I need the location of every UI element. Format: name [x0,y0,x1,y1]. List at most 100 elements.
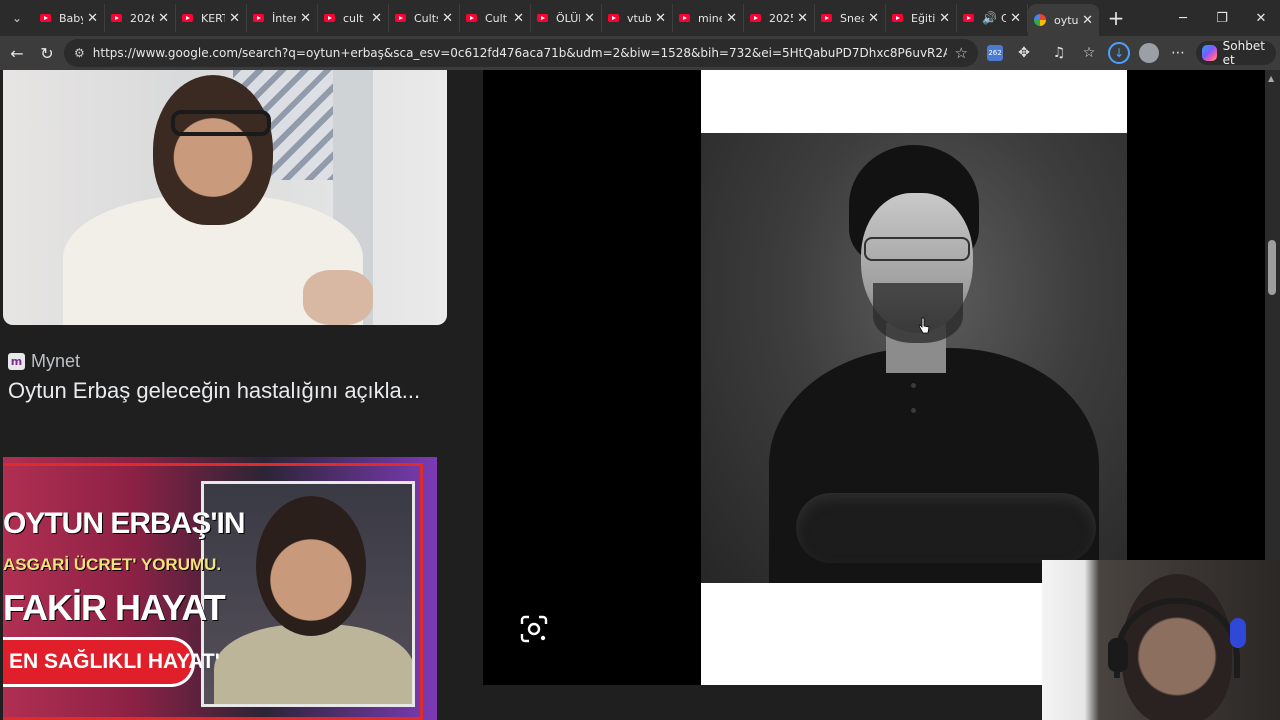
tab-title: Cults [414,11,438,25]
youtube-icon [253,14,264,22]
new-tab-button[interactable]: + [1099,0,1133,36]
close-icon[interactable]: ✕ [371,11,382,26]
tab-title: oytun [1054,13,1079,27]
copilot-icon [1202,45,1217,61]
tab[interactable]: ÖLÜN ✕ [531,4,602,32]
person-body [214,624,412,704]
scrollbar-thumb[interactable] [1268,240,1276,295]
star-icon[interactable]: ☆ [955,44,968,62]
tune-icon[interactable]: ⚙ [74,46,85,60]
tab[interactable]: 2026' ✕ [105,4,176,32]
person-glasses [171,110,271,136]
close-window-button[interactable]: ✕ [1242,0,1280,36]
close-icon[interactable]: ✕ [300,11,311,26]
close-icon[interactable]: ✕ [158,11,169,26]
download-icon[interactable]: ↓ [1108,42,1130,64]
close-icon[interactable]: ✕ [868,11,879,26]
close-icon[interactable]: ✕ [442,11,453,26]
image-result-thumbnail[interactable] [3,70,447,325]
person-hand [303,270,373,325]
close-icon[interactable]: ✕ [513,11,524,26]
google-icon [1034,14,1046,26]
thumbnail-badge: EN SAĞLIKLI HAYAT' [3,637,220,687]
tab[interactable]: Eğitir✕ [886,4,957,32]
close-icon[interactable]: ✕ [1010,11,1021,26]
tab[interactable]: cult ii ✕ [318,4,389,32]
address-bar[interactable]: ⚙ https://www.google.com/search?q=oytun+… [64,39,978,67]
youtube-icon [466,14,477,22]
youtube-icon [750,14,761,22]
copilot-chat-button[interactable]: Sohbet et [1196,39,1276,67]
close-icon[interactable]: ✕ [726,11,737,26]
tab[interactable]: Baby ✕ [34,4,105,32]
calendar-extension-icon[interactable]: 262 [987,45,1003,61]
tab-title: KERTE [201,11,225,25]
arrow-left-icon[interactable]: ← [2,38,32,68]
tab-strip: ⌄ Baby✕ 2026'✕ KERTE✕ İnterr✕ cult ii✕ C… [0,0,1280,36]
tab[interactable]: Sneal ✕ [815,4,886,32]
image-result-thumbnail[interactable]: OYTUN ERBAŞ'IN ASGARİ ÜCRET' YORUMU. FAK… [3,457,437,720]
chevron-down-icon[interactable]: ⌄ [0,0,34,36]
tab-title: mine [698,11,722,25]
tab[interactable]: mine ✕ [673,4,744,32]
tab-title: İnterr [272,11,297,25]
thumbnail-headline: OYTUN ERBAŞ'IN [3,507,245,540]
tab[interactable]: İnterr✕ [247,4,318,32]
tab-active[interactable]: oytun✕ [1028,4,1099,36]
tab-list: Baby✕ 2026'✕ KERTE✕ İnterr✕ cult ii✕ Cul… [34,0,1099,36]
mynet-icon: m [8,353,25,370]
minimize-button[interactable]: ─ [1164,0,1202,36]
result-source[interactable]: m Mynet [8,351,80,372]
more-menu-icon[interactable]: ⋯ [1167,43,1189,63]
tab-playing-audio[interactable]: 🔊 C ✕ [957,4,1028,32]
thumbnail-subheadline: ASGARİ ÜCRET' YORUMU. [3,555,222,574]
webcam-overlay [1042,560,1280,720]
profile-avatar[interactable] [1139,43,1159,63]
media-control-icon[interactable]: ♫ [1048,43,1070,63]
close-icon[interactable]: ✕ [797,11,808,26]
google-lens-icon[interactable] [519,614,549,644]
favorites-icon[interactable]: ☆ [1078,43,1100,63]
close-icon[interactable]: ✕ [87,11,98,26]
youtube-icon [324,14,335,22]
tab[interactable]: 2025' ✕ [744,4,815,32]
maximize-button[interactable]: ❐ [1203,0,1241,36]
person-glasses [864,237,970,261]
youtube-icon [537,14,548,22]
tab[interactable]: Cults ✕ [389,4,460,32]
shirt-button [911,408,916,413]
preview-image[interactable] [701,133,1127,583]
url-text[interactable]: https://www.google.com/search?q=oytun+er… [93,46,947,60]
youtube-icon [182,14,193,22]
source-name: Mynet [31,351,81,371]
speaker-icon[interactable]: 🔊 [982,11,997,25]
tab[interactable]: Cult i ✕ [460,4,531,32]
chat-button-label: Sohbet et [1222,39,1265,67]
headset-earcup [1108,638,1128,672]
close-icon[interactable]: ✕ [1082,13,1093,28]
tab[interactable]: vtube✕ [602,4,673,32]
youtube-icon [111,14,122,22]
shirt-button [911,383,916,388]
puzzle-icon[interactable]: ✥ [1013,43,1035,63]
close-icon[interactable]: ✕ [584,11,595,26]
tab-title: 2026' [130,11,154,25]
youtube-icon [395,14,406,22]
reload-icon[interactable]: ↻ [32,38,62,68]
close-icon[interactable]: ✕ [229,11,240,26]
scroll-up-arrow-icon[interactable]: ▲ [1268,74,1274,83]
tab-title: 2025' [769,11,793,25]
tab-title: Eğitir [911,11,936,25]
youtube-icon [679,14,690,22]
tab-title: Baby [59,11,83,25]
tab-title: Sneal [840,11,864,25]
youtube-icon [40,14,51,22]
youtube-icon [892,14,903,22]
youtube-icon [963,14,974,22]
close-icon[interactable]: ✕ [939,11,950,26]
person-crossed-arms [796,493,1096,563]
close-icon[interactable]: ✕ [655,11,666,26]
tab[interactable]: KERTE ✕ [176,4,247,32]
hand-cursor-icon [918,317,930,334]
result-title[interactable]: Oytun Erbaş geleceğin hastalığını açıkla… [8,378,420,404]
